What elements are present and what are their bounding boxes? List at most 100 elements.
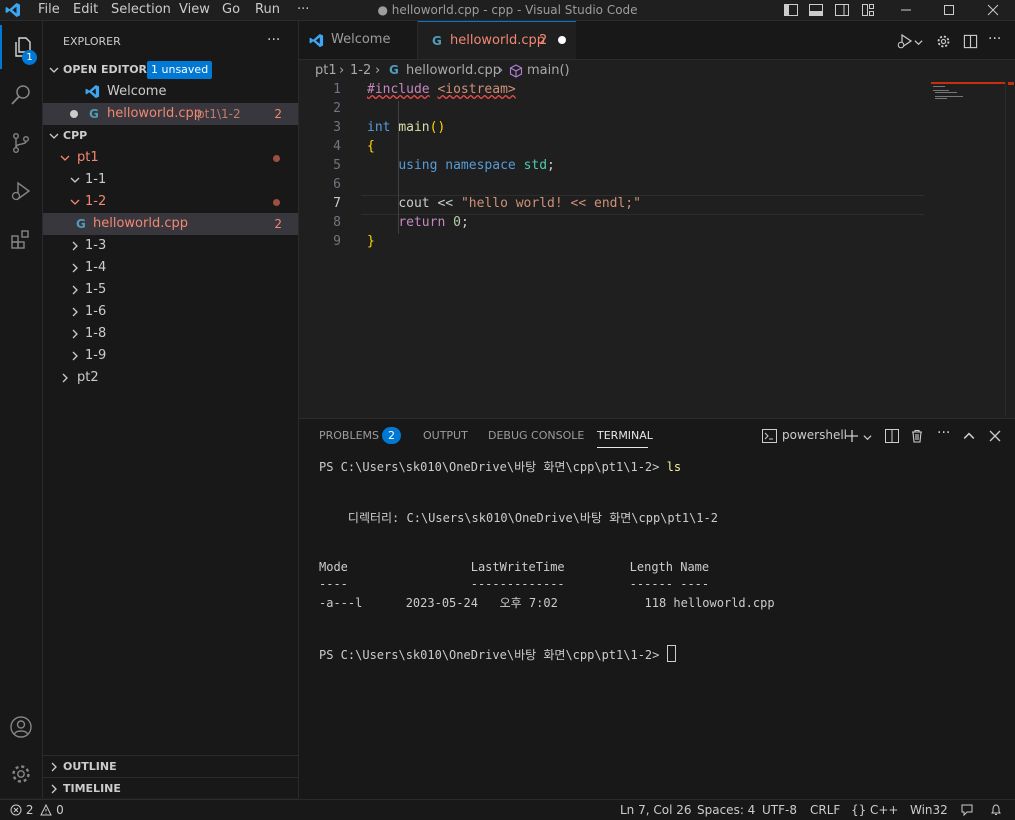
gear-icon[interactable]: [936, 34, 951, 49]
minimap-line: [935, 92, 957, 93]
line-number: 7: [333, 196, 341, 211]
unsaved-dot-icon: [70, 110, 78, 118]
chevron-up-icon[interactable]: [963, 430, 975, 442]
open-editor-welcome[interactable]: Welcome: [43, 81, 298, 103]
tab-welcome[interactable]: Welcome: [299, 21, 418, 59]
split-editor-icon[interactable]: [963, 34, 978, 49]
activity-accounts[interactable]: [0, 705, 42, 749]
maximize-button[interactable]: [934, 0, 964, 20]
panel-more-button[interactable]: ···: [937, 425, 950, 441]
terminal-prompt[interactable]: PS C:\Users\sk010\OneDrive\바탕 화면\cpp\pt1…: [319, 645, 676, 663]
tree-folder-1-5[interactable]: 1-5: [43, 279, 298, 301]
line-number: 3: [333, 120, 341, 135]
activity-extensions[interactable]: [0, 217, 42, 261]
activity-search[interactable]: [0, 73, 42, 117]
cursor-position[interactable]: Ln 7, Col 26: [620, 803, 692, 817]
chevron-right-icon: [72, 307, 78, 317]
menu-run[interactable]: Run: [255, 2, 280, 17]
editor-tabs: Welcome G helloworld.cpp 2 ···: [299, 21, 1015, 60]
chevron-right-icon: [72, 241, 78, 251]
chevron-down-icon[interactable]: [914, 38, 923, 47]
tree-label: pt1: [77, 150, 99, 165]
trash-icon[interactable]: [910, 429, 924, 443]
tree-folder-pt2[interactable]: pt2: [43, 367, 298, 389]
tree-folder-1-4[interactable]: 1-4: [43, 257, 298, 279]
tree-folder-1-2[interactable]: 1-2: [43, 191, 298, 213]
unsaved-badge: 1 unsaved: [147, 61, 213, 79]
code-line-8: return 0;: [398, 215, 469, 230]
encoding[interactable]: UTF-8: [762, 803, 797, 817]
panel-tab-output[interactable]: OUTPUT: [423, 429, 468, 442]
open-editors-section[interactable]: OPEN EDITORS 1 unsaved: [43, 59, 298, 81]
activity-manage[interactable]: [0, 752, 42, 796]
tree-folder-1-9[interactable]: 1-9: [43, 345, 298, 367]
tab-helloworld[interactable]: G helloworld.cpp 2: [418, 21, 576, 59]
tree-label: 1-9: [85, 348, 107, 363]
close-window-button[interactable]: [978, 0, 1008, 20]
open-editor-helloworld[interactable]: G helloworld.cpp pt1\1-2 2: [43, 103, 298, 125]
timeline-section[interactable]: TIMELINE: [43, 777, 298, 800]
scrollbar-error-mark: [1008, 82, 1014, 85]
tree-folder-1-1[interactable]: 1-1: [43, 169, 298, 191]
breadcrumb-separator-icon: ›: [339, 63, 345, 78]
menu-selection[interactable]: Selection: [111, 2, 171, 17]
menu-file[interactable]: File: [38, 2, 60, 17]
explorer-more-button[interactable]: ···: [267, 32, 280, 48]
code-line-4: {: [367, 139, 375, 154]
tree-file-helloworld[interactable]: G helloworld.cpp 2: [43, 213, 298, 235]
breadcrumb-item[interactable]: main(): [527, 63, 570, 78]
terminal-icon: [762, 429, 777, 443]
explorer-sidebar: EXPLORER ··· OPEN EDITORS 1 unsaved Welc…: [43, 21, 299, 798]
outline-section[interactable]: OUTLINE: [43, 755, 298, 778]
toggle-primary-sidebar-icon[interactable]: [783, 2, 799, 18]
line-number: 4: [333, 139, 341, 154]
menu-edit[interactable]: Edit: [73, 2, 98, 17]
line-ending[interactable]: CRLF: [810, 803, 840, 817]
feedback-icon[interactable]: [960, 803, 974, 817]
breadcrumb-item[interactable]: 1-2: [350, 63, 371, 78]
chevron-down-icon[interactable]: [863, 433, 872, 442]
bell-icon[interactable]: [989, 803, 1003, 817]
terminal-line: PS C:\Users\sk010\OneDrive\바탕 화면\cpp\pt1…: [319, 460, 682, 474]
customize-layout-icon[interactable]: [860, 2, 876, 18]
tree-folder-pt1[interactable]: pt1: [43, 147, 298, 169]
split-terminal-icon[interactable]: [885, 429, 899, 443]
breadcrumb-item[interactable]: pt1: [315, 63, 337, 78]
warning-icon: [40, 803, 53, 816]
minimap[interactable]: [931, 82, 1005, 102]
folder-section-cpp[interactable]: CPP: [43, 125, 298, 147]
menu-view[interactable]: View: [179, 2, 210, 17]
warning-count: 0: [56, 803, 64, 817]
tree-folder-1-6[interactable]: 1-6: [43, 301, 298, 323]
tree-folder-1-8[interactable]: 1-8: [43, 323, 298, 345]
plus-icon[interactable]: [845, 429, 859, 443]
activity-run-debug[interactable]: [0, 169, 42, 213]
activity-explorer[interactable]: 1: [0, 25, 42, 69]
minimize-button[interactable]: [891, 0, 921, 20]
indent-guide: [398, 101, 399, 234]
menu-go[interactable]: Go: [222, 2, 240, 17]
run-debug-icon[interactable]: [897, 33, 913, 49]
toggle-panel-icon[interactable]: [808, 2, 824, 18]
platform[interactable]: Win32: [910, 803, 948, 817]
editor-more-button[interactable]: ···: [988, 31, 1001, 47]
menu-more[interactable]: ···: [297, 2, 309, 17]
panel-tab-terminal[interactable]: TERMINAL: [597, 429, 653, 442]
unsaved-dot-icon[interactable]: [558, 36, 566, 44]
code-editor[interactable]: 1 2 3 4 5 6 7 8 9 #include <iostream> int main()…: [299, 82, 1015, 417]
breadcrumb-item[interactable]: helloworld.cpp: [406, 63, 501, 78]
terminal-shell-name[interactable]: powershell: [782, 428, 847, 442]
editor-scrollbar[interactable]: [1005, 82, 1015, 417]
minimap-line: [933, 86, 945, 87]
language-mode[interactable]: C++: [870, 803, 899, 817]
toggle-secondary-sidebar-icon[interactable]: [834, 2, 850, 18]
panel-tab-debug-console[interactable]: DEBUG CONSOLE: [488, 429, 584, 442]
tree-folder-1-3[interactable]: 1-3: [43, 235, 298, 257]
minimap-line: [933, 90, 949, 91]
panel-tab-problems[interactable]: PROBLEMS: [319, 429, 379, 442]
indentation[interactable]: Spaces: 4: [697, 803, 755, 817]
problems-status[interactable]: 2 0: [10, 803, 64, 817]
open-editor-label: helloworld.cpp: [107, 106, 202, 121]
close-icon[interactable]: [989, 430, 1001, 442]
activity-source-control[interactable]: [0, 121, 42, 165]
